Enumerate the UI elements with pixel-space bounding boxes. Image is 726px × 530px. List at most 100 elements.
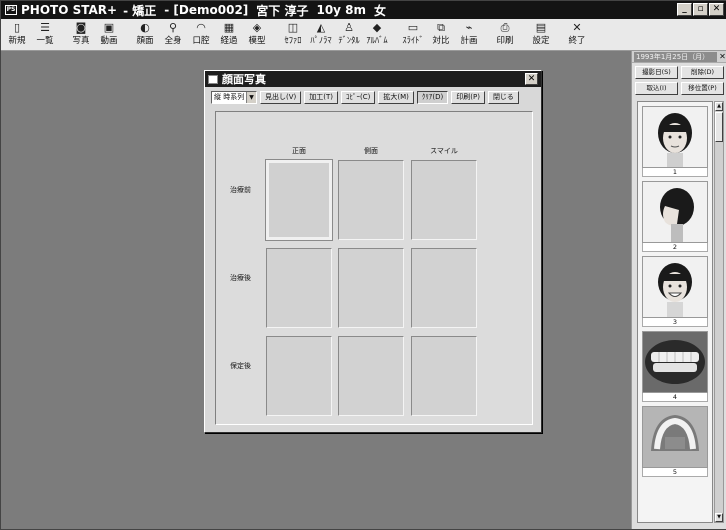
- zoom-button[interactable]: 拡大(M): [378, 91, 414, 104]
- list-icon: ☰: [40, 21, 50, 34]
- app-name: PHOTO STAR+: [21, 3, 118, 17]
- photo-slot[interactable]: [411, 160, 477, 240]
- body-icon: ⚲: [168, 21, 178, 34]
- mouth-icon: ◠: [196, 21, 206, 34]
- thumbnail-item[interactable]: 2: [642, 181, 708, 252]
- photo-slot[interactable]: [338, 160, 404, 240]
- toolbar-button-15[interactable]: ⌁ 計画: [455, 19, 483, 50]
- thumbnail-item[interactable]: 5: [642, 406, 708, 477]
- thumbnail-item[interactable]: 1: [642, 106, 708, 177]
- toolbar-button-16[interactable]: ⎙ 印刷: [491, 19, 519, 50]
- thumbnail-scrollbar[interactable]: ▲ ▼: [714, 101, 724, 523]
- layout-select-value: 縦 時系列: [214, 93, 245, 101]
- toolbar-button-8[interactable]: ◈ 模型: [243, 19, 271, 50]
- toolbar-button-1[interactable]: ☰ 一覧: [31, 19, 59, 50]
- row-header: 保定後: [230, 362, 251, 370]
- toolbar-button-label: 対比: [432, 36, 450, 46]
- photo-slot[interactable]: [266, 248, 332, 328]
- photo-slot[interactable]: [266, 336, 332, 416]
- panorama-icon: ◭: [316, 21, 326, 34]
- toolbar-button-6[interactable]: ◠ 口腔: [187, 19, 215, 50]
- photo-slot[interactable]: [411, 248, 477, 328]
- close-dialog-button[interactable]: 閉じる: [487, 91, 519, 104]
- toolbar-button-18[interactable]: ✕ 終了: [563, 19, 591, 50]
- scroll-down-icon[interactable]: ▼: [715, 513, 723, 522]
- panel-close-icon[interactable]: ✕: [718, 52, 726, 61]
- toolbar-button-10[interactable]: ◭ ﾊﾟﾉﾗﾏ: [307, 19, 335, 50]
- toolbar-button-2[interactable]: ◙ 写真: [67, 19, 95, 50]
- photo-slot[interactable]: [411, 336, 477, 416]
- clear-button[interactable]: ｸﾘｱ(D): [416, 91, 449, 104]
- title-patient-age: 10y 8m: [316, 3, 367, 17]
- maximize-button[interactable]: ▫: [693, 3, 708, 16]
- toolbar-button-label: 一覧: [36, 36, 54, 46]
- dialog-close-button[interactable]: ✕: [525, 73, 538, 85]
- scroll-thumb[interactable]: [715, 112, 723, 142]
- shoot-date-button[interactable]: 撮影日(S): [635, 66, 678, 79]
- copy-button[interactable]: ｺﾋﾟｰ(C): [341, 91, 376, 104]
- toolbar-button-13[interactable]: ▭ ｽﾗｲﾄﾞ: [399, 19, 427, 50]
- thumbnail-list[interactable]: 1 2 3 4 5: [637, 101, 713, 523]
- thumbnail-number: 1: [642, 168, 708, 177]
- toolbar-button-label: 設定: [532, 36, 550, 46]
- toolbar-button-label: ｱﾙﾊﾞﾑ: [366, 36, 388, 46]
- toolbar-button-9[interactable]: ◫ ｾﾌｧﾛ: [279, 19, 307, 50]
- app-window: PS PHOTO STAR+ - 矯正 - [Demo002] 宮下 淳子 10…: [0, 0, 726, 530]
- dialog-toolbar: 縦 時系列 ▼ 見出し(V) 加工(T) ｺﾋﾟｰ(C) 拡大(M) ｸﾘｱ(D) 印刷(…: [211, 91, 519, 105]
- toolbar-button-11[interactable]: ♙ ﾃﾞﾝﾀﾙ: [335, 19, 363, 50]
- toolbar-button-4[interactable]: ◐ 顔面: [131, 19, 159, 50]
- dental-icon: ♙: [344, 21, 354, 34]
- thumbnail-number: 5: [642, 468, 708, 477]
- toolbar-button-label: 模型: [248, 36, 266, 46]
- close-button[interactable]: ✕: [709, 3, 724, 16]
- thumbnail-item[interactable]: 3: [642, 256, 708, 327]
- album-icon: ◆: [372, 21, 382, 34]
- scroll-up-icon[interactable]: ▲: [715, 102, 723, 111]
- thumbnail-photo[interactable]: [642, 406, 708, 468]
- photo-slot[interactable]: [338, 248, 404, 328]
- toolbar-button-5[interactable]: ⚲ 全身: [159, 19, 187, 50]
- printer-icon: ⎙: [500, 21, 510, 34]
- photo-date: 1993年1月25日（月）: [634, 51, 717, 62]
- dialog-window-icon: [208, 74, 218, 84]
- toolbar-button-7[interactable]: ▦ 経過: [215, 19, 243, 50]
- title-patient-sex: 女: [374, 3, 387, 18]
- toolbar-button-17[interactable]: ▤ 設定: [527, 19, 555, 50]
- toolbar-button-3[interactable]: ▣ 動画: [95, 19, 123, 50]
- photo-grid: 正面 側面 スマイル 治療前 治療後 保定後: [215, 111, 533, 425]
- photo-slot[interactable]: [265, 159, 333, 241]
- dialog-title: 顔面写真: [222, 73, 266, 86]
- toolbar-button-12[interactable]: ◆ ｱﾙﾊﾞﾑ: [363, 19, 391, 50]
- dialog-title-bar[interactable]: 顔面写真: [205, 71, 541, 87]
- toolbar-button-label: 新規: [8, 36, 26, 46]
- move-position-button[interactable]: 移位置(P): [681, 82, 724, 95]
- print-button[interactable]: 印刷(P): [451, 91, 485, 104]
- panel-button-row-1: 撮影日(S) 削除(D): [632, 63, 726, 79]
- import-button[interactable]: 取込(I): [635, 82, 678, 95]
- dropdown-arrow-icon[interactable]: ▼: [246, 92, 256, 103]
- column-header: 正面: [292, 147, 306, 155]
- toolbar-button-0[interactable]: ▯ 新規: [3, 19, 31, 50]
- minimize-button[interactable]: _: [677, 3, 692, 16]
- row-header: 治療前: [230, 186, 251, 194]
- facial-photo-dialog: 顔面写真 ✕ 縦 時系列 ▼ 見出し(V) 加工(T) ｺﾋﾟｰ(C) 拡大(M) ｸﾘ…: [204, 70, 542, 433]
- plan-icon: ⌁: [465, 21, 473, 34]
- edit-button[interactable]: 加工(T): [304, 91, 339, 104]
- photo-slot[interactable]: [338, 336, 404, 416]
- thumbnail-number: 3: [642, 318, 708, 327]
- toolbar-button-14[interactable]: ⧉ 対比: [427, 19, 455, 50]
- toolbar-button-label: ﾃﾞﾝﾀﾙ: [338, 36, 360, 46]
- title-bar: PS PHOTO STAR+ - 矯正 - [Demo002] 宮下 淳子 10…: [1, 1, 726, 19]
- heading-button[interactable]: 見出し(V): [260, 91, 302, 104]
- thumbnail-photo[interactable]: [642, 106, 708, 168]
- thumbnail-photo[interactable]: [642, 181, 708, 243]
- delete-button[interactable]: 削除(D): [681, 66, 724, 79]
- thumbnail-photo[interactable]: [642, 331, 708, 393]
- thumbnail-photo[interactable]: [642, 256, 708, 318]
- exit-icon: ✕: [572, 21, 582, 34]
- thumbnail-item[interactable]: 4: [642, 331, 708, 402]
- thumbnail-number: 4: [642, 393, 708, 402]
- main-toolbar: ▯ 新規 ☰ 一覧 ◙ 写真 ▣ 動画 ◐ 顔面 ⚲ 全身 ◠ 口腔 ▦ 経過 ◈ 模型 ◫ ｾﾌｧﾛ ◭ ﾊﾟﾉﾗﾏ ♙ ﾃ…: [1, 19, 726, 51]
- slide-icon: ▭: [407, 21, 419, 34]
- layout-select[interactable]: 縦 時系列 ▼: [211, 91, 257, 104]
